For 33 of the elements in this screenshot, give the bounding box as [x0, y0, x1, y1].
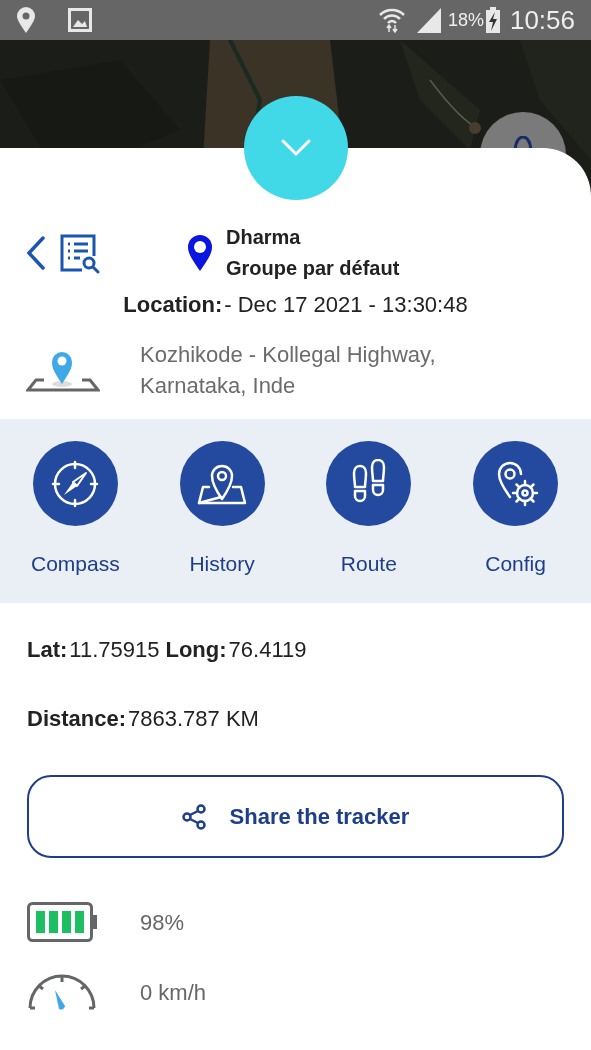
address-text: Kozhikode - Kollegal Highway, Karnataka, Inde	[140, 341, 437, 400]
long-label: Long:	[165, 636, 227, 664]
charging-battery-icon	[485, 7, 500, 33]
long-value: 76.4119	[228, 636, 307, 664]
distance-value: 7863.787 KM	[128, 705, 259, 733]
battery-icon	[27, 902, 99, 942]
compass-icon	[50, 458, 101, 509]
battery-percent: 18%	[447, 8, 484, 32]
clock: 10:56	[509, 3, 575, 37]
battery-level: 98%	[140, 908, 185, 937]
action-button[interactable]: Route	[295, 441, 443, 603]
back-chevron-icon[interactable]	[26, 236, 46, 270]
location-time: - Dec 17 2021 - 13:30:48	[224, 291, 468, 319]
device-name: Dharma	[226, 225, 302, 250]
list-search-icon[interactable]	[58, 232, 100, 274]
chevron-down-icon	[281, 139, 311, 157]
share-icon	[181, 803, 206, 830]
wifi-icon	[377, 7, 406, 33]
location-pin-icon	[186, 234, 214, 272]
action-button[interactable]: Config	[442, 441, 589, 603]
action-button[interactable]: Compass	[2, 441, 149, 603]
speedometer-icon	[27, 972, 97, 1012]
lat-value: 11.75915	[69, 636, 160, 664]
signal-icon	[415, 7, 442, 33]
action-button[interactable]: History	[148, 441, 296, 603]
lat-label: Lat:	[27, 636, 68, 664]
device-group: Groupe par défaut	[226, 253, 400, 284]
location-label: Location:	[123, 291, 223, 319]
location-pin-icon	[16, 7, 36, 33]
distance-label: Distance:	[27, 705, 127, 733]
speed-value: 0 km/h	[140, 978, 207, 1007]
image-icon	[68, 8, 92, 32]
share-button[interactable]: Share the tracker	[27, 775, 564, 858]
